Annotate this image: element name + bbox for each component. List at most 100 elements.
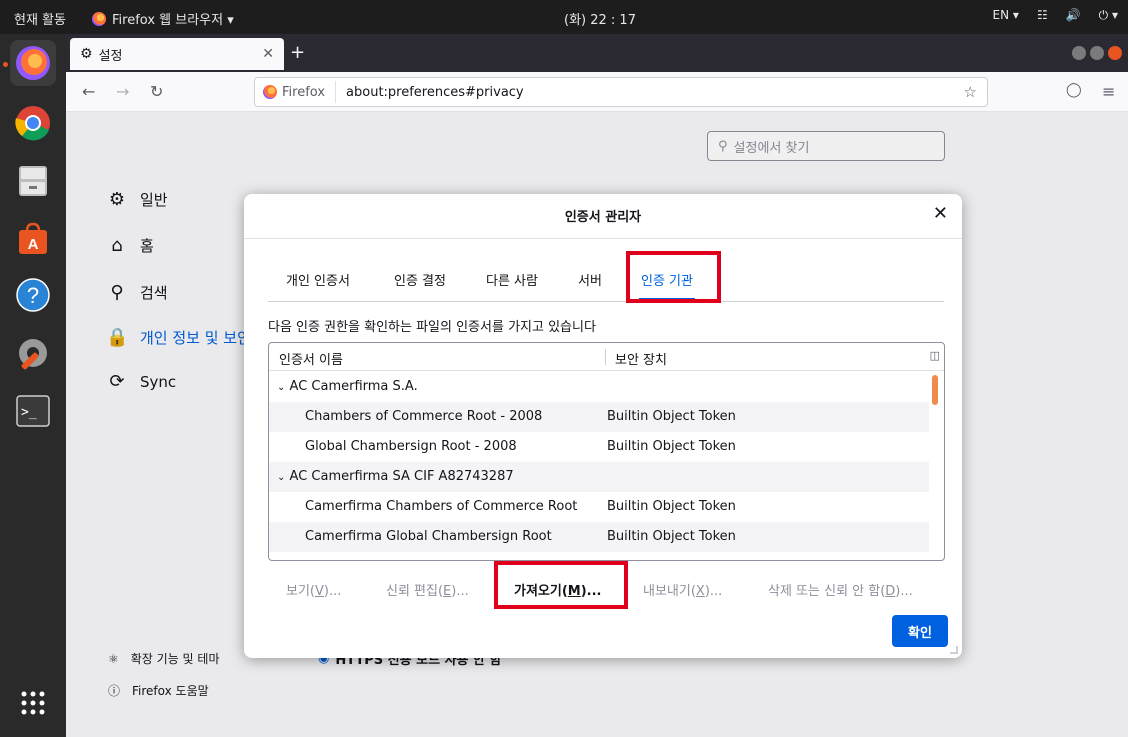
firefox-icon	[16, 46, 50, 80]
tree-scrollbar-thumb[interactable]	[932, 375, 938, 405]
dock-settings[interactable]	[10, 330, 56, 376]
dock-terminal[interactable]: >_	[10, 388, 56, 434]
bookmark-star-icon[interactable]: ☆	[964, 83, 977, 101]
tree-header: 인증서 이름 보안 장치 ◫	[269, 343, 944, 371]
tree-group-row[interactable]: ⌄ AC Camerfirma S.A.	[269, 372, 929, 402]
tree-cert-row[interactable]: Global Chambersign Root - 2008 Builtin O…	[269, 432, 929, 462]
tab-your-certificates[interactable]: 개인 인증서	[286, 270, 350, 289]
tree-cert-row[interactable]: Chambers of Commerce Root - 2008 Builtin…	[269, 402, 929, 432]
column-picker-icon[interactable]: ◫	[930, 349, 940, 362]
dock-help[interactable]: ?	[10, 272, 56, 318]
hamburger-menu-icon[interactable]: ≡	[1102, 82, 1115, 101]
dialog-title: 인증서 관리자	[564, 210, 642, 225]
group-expander[interactable]: ⌄ AC Camerfirma SA CIF A82743287	[277, 469, 514, 484]
dialog-divider	[244, 238, 962, 239]
dialog-close-icon[interactable]: ✕	[933, 203, 948, 224]
column-separator[interactable]	[605, 349, 606, 365]
clock[interactable]: (화) 22 : 17	[564, 9, 636, 28]
tab-settings[interactable]: ⚙ 설정 ✕	[70, 38, 284, 70]
url-bar[interactable]: Firefox about:preferences#privacy ☆	[254, 77, 988, 107]
reload-icon[interactable]: ↻	[150, 82, 163, 101]
help-icon: ?	[16, 278, 50, 312]
cert-token: Builtin Object Token	[607, 439, 736, 454]
tree-cert-row[interactable]: Camerfirma Global Chambersign Root Built…	[269, 522, 929, 552]
dock-show-apps[interactable]	[10, 680, 56, 726]
highlight-import-button	[494, 561, 628, 609]
button-suffix: )...	[323, 584, 342, 599]
cert-token: Builtin Object Token	[607, 499, 736, 514]
dock-software[interactable]: A	[10, 216, 56, 262]
tab-authentication-decisions[interactable]: 인증 결정	[394, 270, 446, 289]
view-button[interactable]: 보기(V)...	[286, 580, 341, 599]
resize-grip-icon[interactable]	[950, 646, 958, 654]
button-label: 내보내기(	[643, 584, 696, 599]
running-indicator	[3, 62, 8, 67]
group-expander[interactable]: ⌄ AC Camerfirma S.A.	[277, 379, 418, 394]
identity-box[interactable]: Firefox	[255, 81, 337, 103]
delete-distrust-button[interactable]: 삭제 또는 신뢰 안 함(D)...	[768, 580, 913, 599]
tree-cert-row[interactable]: Camerfirma Chambers of Commerce Root Bui…	[269, 492, 929, 522]
authorities-description: 다음 인증 권한을 확인하는 파일의 인증서를 가지고 있습니다	[268, 320, 596, 335]
volume-icon[interactable]: 🔊	[1066, 8, 1081, 23]
dock-files[interactable]	[10, 158, 56, 204]
identity-label: Firefox	[282, 84, 326, 100]
forward-arrow-icon[interactable]: →	[116, 82, 129, 101]
export-button[interactable]: 내보내기(X)...	[643, 580, 722, 599]
column-certificate-name[interactable]: 인증서 이름	[279, 349, 343, 368]
access-key: D	[885, 584, 896, 599]
column-security-device[interactable]: 보안 장치	[615, 349, 667, 368]
tab-people[interactable]: 다른 사람	[486, 270, 538, 289]
button-suffix: )...	[451, 584, 469, 599]
certificate-tabs: 개인 인증서 인증 결정 다른 사람 서버 인증 기관	[268, 264, 944, 302]
ok-button[interactable]: 확인	[892, 615, 948, 647]
language-indicator[interactable]: EN ▾	[993, 8, 1019, 23]
firefox-icon	[92, 11, 106, 26]
chevron-down-icon: ⌄	[277, 382, 286, 393]
pocket-shield-icon[interactable]: ◯	[1066, 82, 1082, 98]
power-menu[interactable]: ⏻ ▾	[1099, 8, 1118, 23]
app-menu[interactable]: Firefox 웹 브라우저 ▾	[92, 9, 234, 28]
network-icon[interactable]: ☷	[1037, 8, 1048, 23]
back-arrow-icon[interactable]: ←	[82, 82, 95, 101]
system-tray[interactable]: EN ▾ ☷ 🔊 ⏻ ▾	[993, 8, 1118, 23]
terminal-icon: >_	[16, 395, 50, 427]
maximize-button[interactable]	[1090, 46, 1104, 60]
button-suffix: )...	[895, 584, 913, 599]
tab-bar: ⚙ 설정 ✕ +	[66, 34, 1128, 72]
cert-token: Builtin Object Token	[607, 409, 736, 424]
tree-group-row[interactable]: ⌄ AC Camerfirma SA CIF A82743287	[269, 462, 929, 492]
dock-chrome[interactable]	[10, 100, 56, 146]
new-tab-button[interactable]: +	[290, 42, 305, 63]
minimize-button[interactable]	[1072, 46, 1086, 60]
tab-servers[interactable]: 서버	[578, 270, 602, 289]
cert-name: Camerfirma Chambers of Commerce Root	[305, 499, 578, 514]
group-name: AC Camerfirma SA CIF A82743287	[289, 469, 514, 484]
access-key: V	[315, 584, 324, 599]
window-close-button[interactable]	[1108, 46, 1122, 60]
chrome-icon	[15, 106, 50, 141]
certificate-tree[interactable]: 인증서 이름 보안 장치 ◫ ⌄ AC Camerfirma S.A. Cham…	[268, 342, 945, 561]
svg-text:>_: >_	[21, 405, 37, 420]
dock: A ? >_	[0, 34, 66, 737]
system-top-bar: 현재 활동 Firefox 웹 브라우저 ▾ (화) 22 : 17 EN ▾ …	[0, 0, 1128, 34]
chevron-down-icon: ⌄	[277, 472, 286, 483]
tab-close-icon[interactable]: ✕	[262, 46, 274, 62]
activities-button[interactable]: 현재 활동	[14, 9, 66, 28]
dock-firefox[interactable]	[10, 40, 56, 86]
navigation-bar: ← → ↻ Firefox about:preferences#privacy …	[66, 72, 1128, 112]
cert-name: Global Chambersign Root - 2008	[305, 439, 517, 454]
button-label: 보기(	[286, 584, 315, 599]
file-cabinet-icon	[19, 166, 47, 196]
url-text[interactable]: about:preferences#privacy	[336, 85, 524, 100]
edit-trust-button[interactable]: 신뢰 편집(E)...	[386, 580, 469, 599]
button-label: 삭제 또는 신뢰 안 함(	[768, 584, 886, 599]
group-name: AC Camerfirma S.A.	[289, 379, 418, 394]
svg-text:A: A	[28, 236, 39, 253]
button-suffix: )...	[704, 584, 723, 599]
cert-name: Camerfirma Global Chambersign Root	[305, 529, 552, 544]
firefox-icon	[263, 85, 277, 99]
highlight-authorities-tab	[626, 251, 721, 303]
cert-name: Chambers of Commerce Root - 2008	[305, 409, 543, 424]
software-bag-icon: A	[19, 222, 47, 254]
gear-icon: ⚙	[80, 46, 93, 62]
